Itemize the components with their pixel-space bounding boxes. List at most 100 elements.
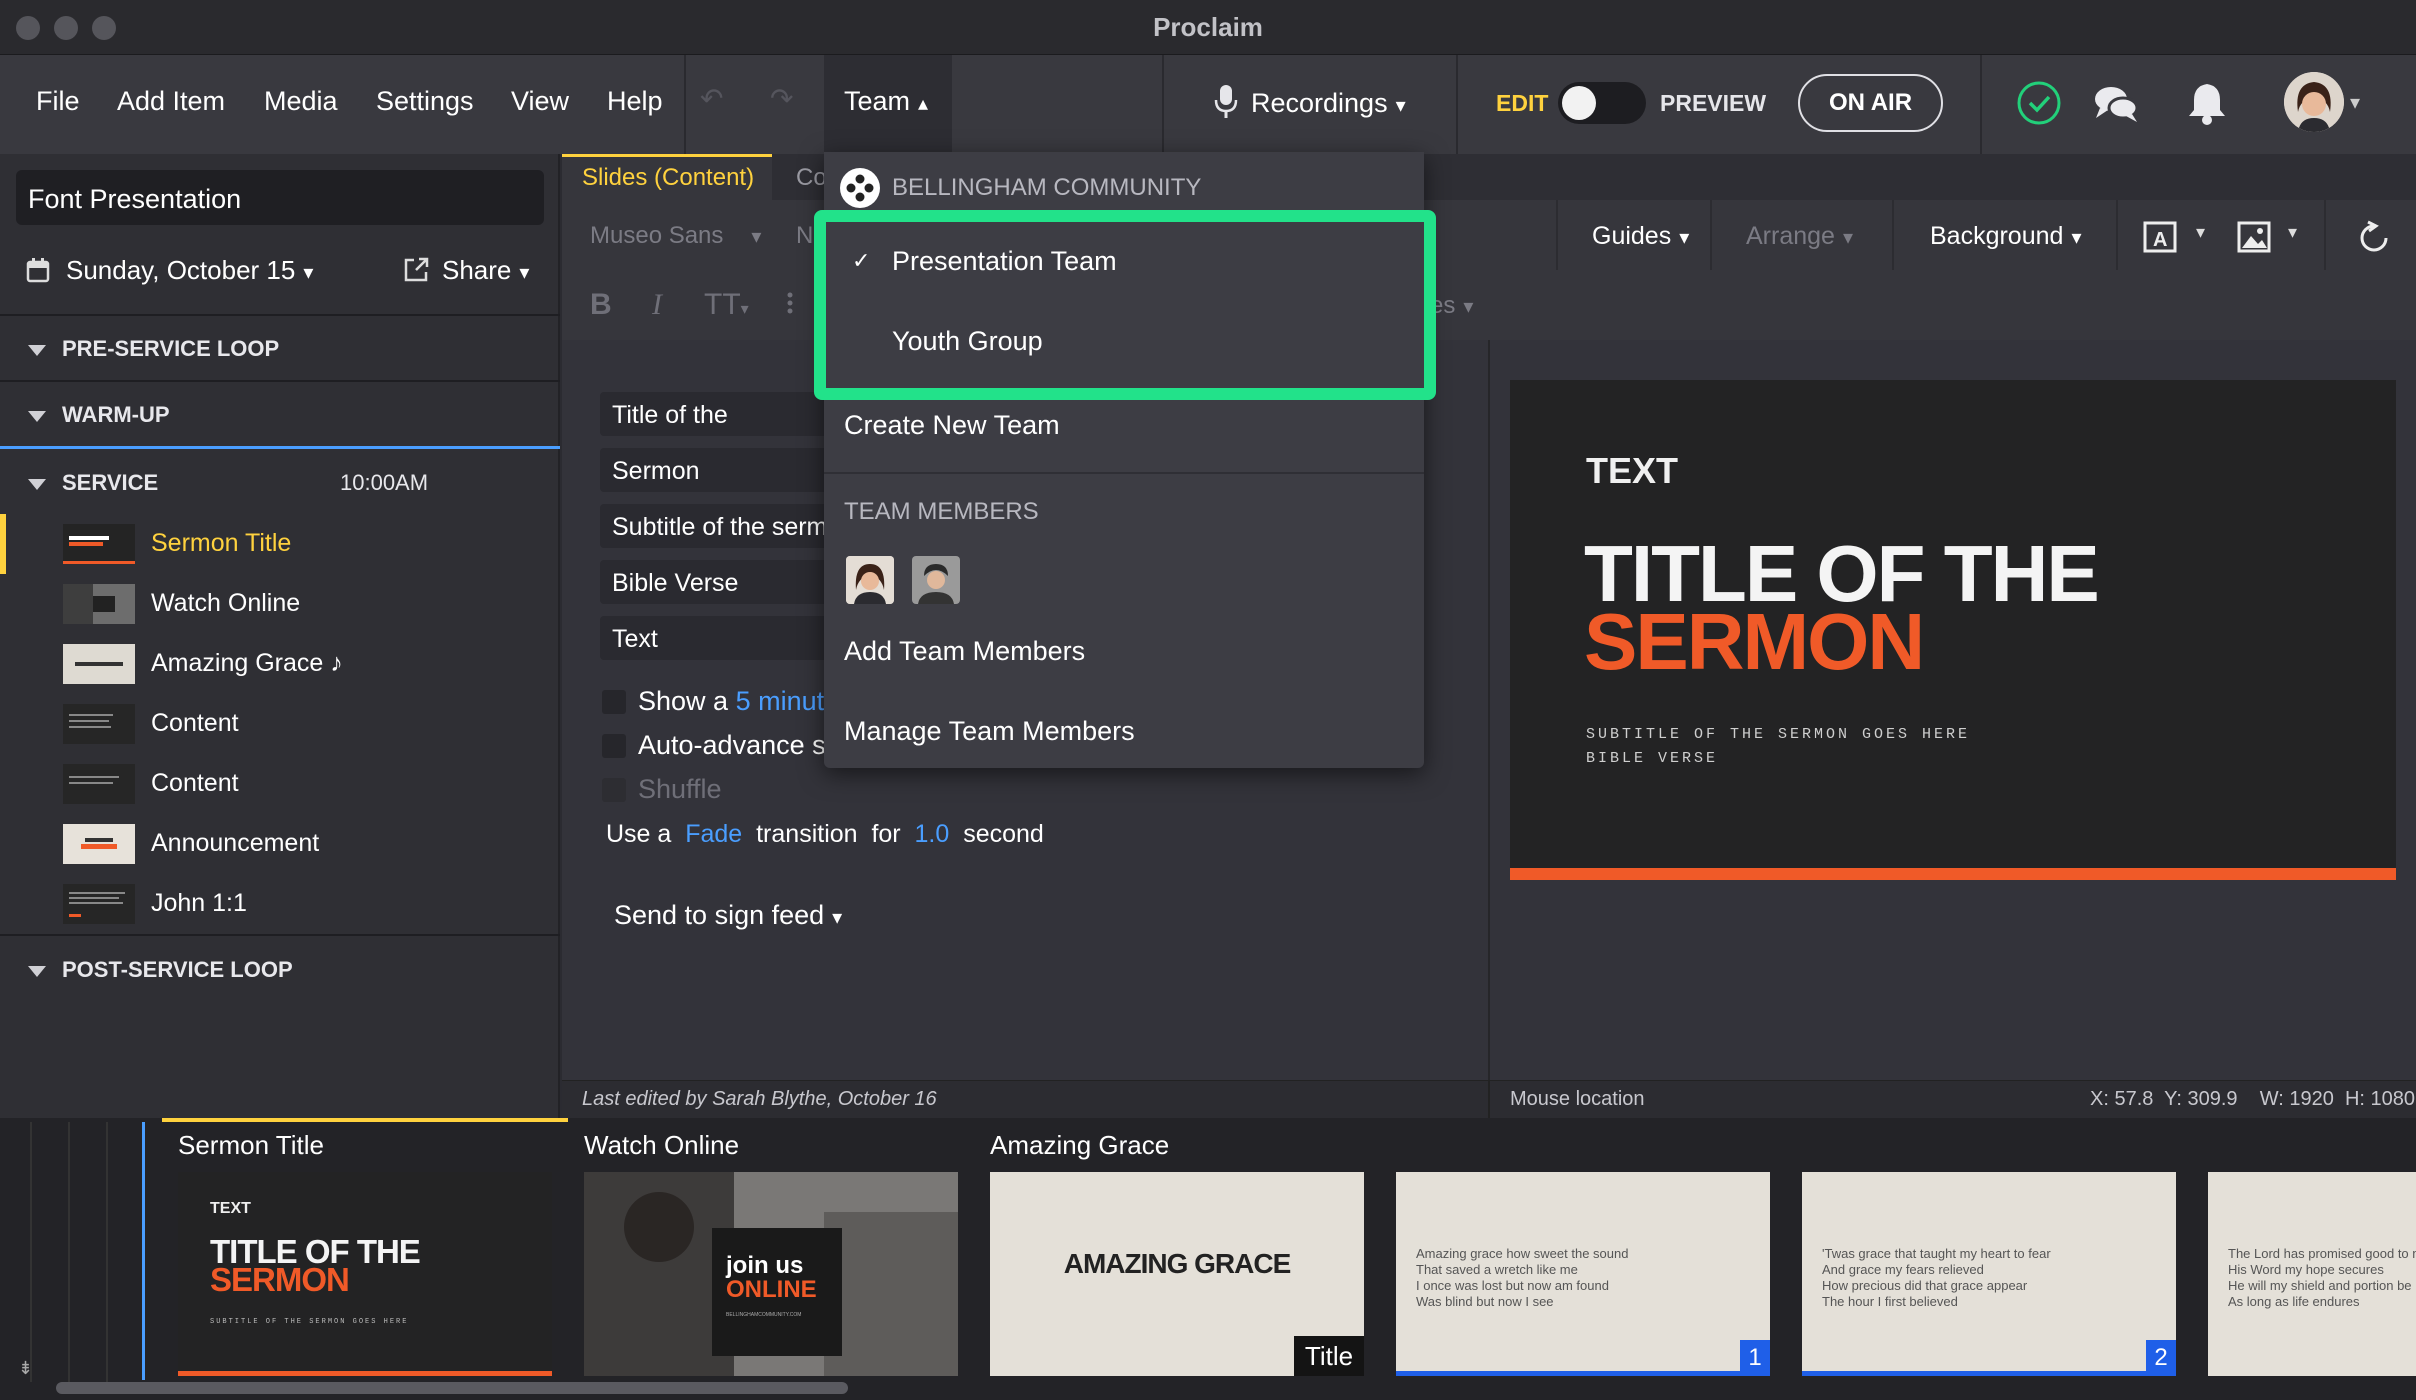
item-thumbnail [63,764,135,804]
recordings-button[interactable]: Recordings ▾ [1251,88,1406,119]
text-size-button[interactable]: TT▾ [704,288,749,322]
team-menu-label: Team ▴ [844,86,929,116]
text-box-icon[interactable]: A [2142,220,2178,254]
item-thumbnail [63,824,135,864]
filmstrip-slide-watch-online[interactable]: join us ONLINE BELLINGHAMCOMMUNITY.COM [584,1172,958,1376]
slide-number-badge: 1 [1740,1340,1770,1376]
sidebar-item-content-2[interactable]: Content [63,764,543,804]
list-icon[interactable] [786,290,812,316]
slide-number-badge: 2 [2146,1340,2176,1376]
transition-duration-link[interactable]: 1.0 [915,820,950,848]
mouse-location-label: Mouse location [1510,1088,1645,1110]
reset-icon[interactable] [2356,220,2392,256]
service-date-dropdown[interactable]: Sunday, October 15 ▾ [66,255,313,286]
divider [2324,200,2326,270]
edit-mode-label: EDIT [1496,90,1549,116]
guides-dropdown[interactable]: Guides ▾ [1592,222,1689,251]
avatar-menu-chevron-icon[interactable]: ▾ [2350,90,2360,115]
on-air-button[interactable]: ON AIR [1798,74,1943,132]
team-member-avatar[interactable] [912,556,960,604]
filmstrip-slide-sermon-title[interactable]: TEXT TITLE OF THE SERMON SUBTITLE OF THE… [178,1172,552,1376]
add-team-members-item[interactable]: Add Team Members [844,636,1085,667]
menu-settings[interactable]: Settings [376,86,474,117]
tab-content[interactable]: Co [796,164,827,192]
sidebar-item-amazing-grace[interactable]: Amazing Grace ♪ [63,644,543,684]
arrange-dropdown[interactable]: Arrange ▾ [1746,222,1853,251]
sidebar-item-watch-online[interactable]: Watch Online [63,584,543,624]
menu-media[interactable]: Media [264,86,338,117]
chevron-up-icon: ▴ [918,93,929,115]
filmstrip-group-label: Sermon Title [178,1130,324,1160]
collapse-triangle-icon [28,410,46,422]
organization-logo [840,168,880,208]
filmstrip-slide-lyrics-1[interactable]: Amazing grace how sweet the sound That s… [1396,1172,1770,1376]
filmstrip-slide-lyrics-2[interactable]: 'Twas grace that taught my heart to fear… [1802,1172,2176,1376]
chevron-down-icon[interactable]: ▾ [2196,222,2205,243]
filmstrip-group-label: Amazing Grace [990,1130,1170,1160]
preview-mode-label: PREVIEW [1660,90,1767,116]
transition-setting: Use a Fade transition for 1.0 second [606,820,1044,848]
slide-accent-bar [1510,868,2396,880]
edit-preview-toggle[interactable] [1558,82,1646,124]
section-warm-up[interactable]: WARM-UP [28,402,170,428]
chevron-down-icon: ▾ [1679,227,1690,249]
sidebar-item-announcement[interactable]: Announcement [63,824,543,864]
divider [684,55,686,154]
menu-help[interactable]: Help [607,86,663,117]
section-service[interactable]: SERVICE [28,470,158,496]
sidebar-item-sermon-title[interactable]: Sermon Title [63,524,543,564]
section-pre-service-loop[interactable]: PRE-SERVICE LOOP [28,336,279,362]
manage-team-members-item[interactable]: Manage Team Members [844,716,1135,747]
timer-duration-link[interactable]: 5 minut [736,686,825,716]
auto-advance-checkbox[interactable] [602,734,626,758]
user-avatar[interactable] [2284,72,2344,132]
status-check-icon[interactable] [2016,80,2062,126]
notifications-bell-icon[interactable] [2186,80,2228,126]
team-member-avatar[interactable] [846,556,894,604]
presentation-name-input[interactable]: Font Presentation [16,170,544,225]
chevron-down-icon[interactable]: ▾ [2288,222,2297,243]
styles-dropdown[interactable]: es ▾ [1430,292,1473,320]
menu-view[interactable]: View [511,86,569,117]
calendar-icon [26,257,50,283]
item-thumbnail [63,704,135,744]
sidebar-item-john-1-1[interactable]: John 1:1 [63,884,543,924]
window-title: Proclaim [1153,12,1263,42]
slide-label: TEXT [1586,450,1679,491]
filmstrip-slide-amazing-grace-title[interactable]: AMAZING GRACE Title [990,1172,1364,1376]
undo-icon[interactable]: ↶ [700,82,723,115]
send-to-sign-feed-dropdown[interactable]: Send to sign feed ▾ [614,900,842,931]
divider [1710,200,1712,270]
transition-effect-link[interactable]: Fade [685,820,742,848]
divider [106,1122,108,1382]
divider [1456,55,1458,154]
italic-button[interactable]: I [652,288,662,322]
menu-file[interactable]: File [36,86,80,117]
chevron-down-icon: ▾ [303,262,314,284]
background-dropdown[interactable]: Background ▾ [1930,222,2081,251]
create-new-team-item[interactable]: Create New Team [844,410,1060,441]
chevron-down-icon: ▾ [751,226,762,248]
redo-icon[interactable]: ↷ [770,82,793,115]
tab-slides-content-label: Slides (Content) [582,164,755,191]
highlight-annotation [814,210,1436,400]
filmstrip-scrollbar[interactable] [56,1382,848,1394]
expand-filmstrip-icon[interactable]: ⇟ [18,1358,33,1379]
filmstrip-slide-lyrics-3[interactable]: The Lord has promised good to m His Word… [2208,1172,2416,1376]
share-button[interactable]: Share ▾ [442,255,529,286]
section-post-service-loop[interactable]: POST-SERVICE LOOP [28,957,293,983]
font-family-dropdown[interactable]: Museo Sans ▾ [590,222,761,250]
shuffle-checkbox[interactable] [602,778,626,802]
chevron-down-icon: ▾ [1463,296,1474,318]
divider [30,1122,32,1382]
chat-icon[interactable] [2092,82,2140,126]
font-size-dropdown[interactable]: N [796,222,813,250]
chevron-down-icon: ▾ [1395,95,1406,117]
sidebar-item-content[interactable]: Content [63,704,543,744]
bold-button[interactable]: B [590,288,612,322]
divider [824,472,1424,474]
image-icon[interactable] [2236,220,2272,254]
show-timer-checkbox[interactable] [602,690,626,714]
selected-indicator [0,514,6,574]
menu-add-item[interactable]: Add Item [117,86,225,117]
